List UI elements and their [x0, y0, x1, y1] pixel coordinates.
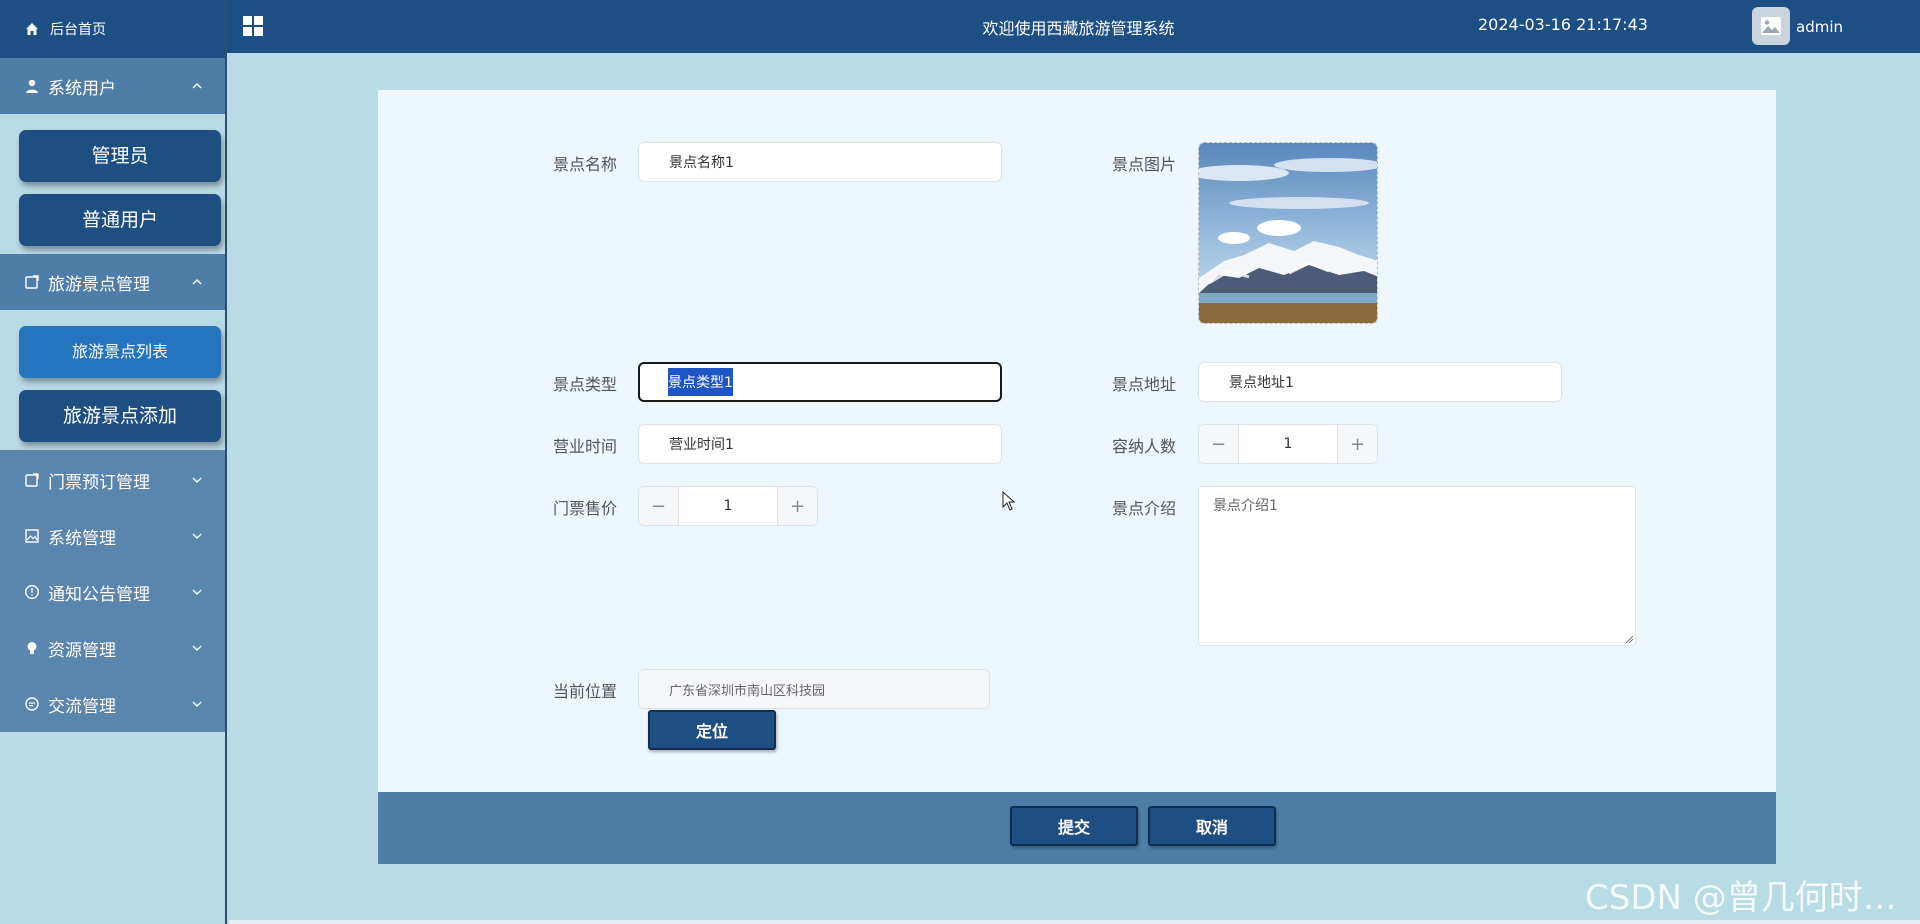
app-title: 欢迎使用西藏旅游管理系统 [982, 19, 1175, 38]
capacity-value[interactable]: 1 [1239, 436, 1337, 452]
hours-input[interactable]: 营业时间1 [638, 424, 1002, 464]
sidebar-item-admin[interactable]: 管理员 [19, 130, 221, 182]
sidebar-collapsed-groups: 门票预订管理 系统管理 通知公告管理 资源管理 交流管理 [0, 450, 225, 732]
label-capacity: 容纳人数 [1112, 437, 1177, 456]
chevron-down-icon [191, 698, 203, 710]
bottom-strip [229, 920, 1920, 924]
datetime: 2024-03-16 21:17:43 [1478, 15, 1648, 34]
sidebar-group-ticket-booking[interactable]: 门票预订管理 [0, 452, 225, 508]
username[interactable]: admin [1796, 18, 1843, 36]
name-input[interactable]: 景点名称1 [638, 142, 1002, 182]
sidebar-item-normal-user[interactable]: 普通用户 [19, 194, 221, 246]
location-input: 广东省深圳市南山区科技园 [638, 669, 990, 709]
sidebar-item-attraction-add[interactable]: 旅游景点添加 [19, 390, 221, 442]
address-input[interactable]: 景点地址1 [1198, 362, 1562, 402]
name-input-value: 景点名称1 [669, 155, 734, 171]
sidebar-group-label: 系统用户 [48, 78, 116, 99]
sidebar-item-attraction-list[interactable]: 旅游景点列表 [19, 326, 221, 378]
price-stepper[interactable]: − 1 + [638, 486, 818, 526]
label-price: 门票售价 [553, 499, 618, 518]
location-input-value: 广东省深圳市南山区科技园 [669, 683, 826, 699]
chevron-up-icon [191, 276, 203, 288]
cancel-button[interactable]: 取消 [1148, 806, 1276, 846]
capacity-decrement-button[interactable]: − [1199, 425, 1239, 463]
intro-textarea[interactable]: 景点介绍1 [1198, 486, 1636, 646]
sidebar-group-system-management[interactable]: 系统管理 [0, 508, 225, 564]
sidebar-group-system-users[interactable]: 系统用户 [0, 58, 225, 114]
watermark: CSDN @曾几何时… [1585, 878, 1897, 918]
sidebar-group-notices[interactable]: 通知公告管理 [0, 564, 225, 620]
submenu-attractions: 旅游景点列表 旅游景点添加 [0, 310, 225, 450]
hours-input-value: 营业时间1 [669, 437, 734, 453]
avatar[interactable] [1752, 7, 1790, 45]
folder-icon [24, 274, 40, 290]
sidebar-item-home-label: 后台首页 [50, 22, 106, 38]
sidebar-group-label: 交流管理 [48, 696, 116, 717]
chevron-down-icon [191, 530, 203, 542]
sidebar-group-label: 门票预订管理 [48, 472, 150, 493]
topbar: 欢迎使用西藏旅游管理系统 2024-03-16 21:17:43 admin [227, 0, 1920, 53]
chevron-down-icon [191, 586, 203, 598]
sidebar-group-label: 旅游景点管理 [48, 274, 150, 295]
sidebar-group-label: 系统管理 [48, 528, 116, 549]
chevron-down-icon [191, 642, 203, 654]
bulb-icon [24, 640, 40, 656]
label-intro: 景点介绍 [1112, 499, 1177, 518]
info-icon [24, 584, 40, 600]
folder-icon [24, 472, 40, 488]
sidebar-group-attractions[interactable]: 旅游景点管理 [0, 254, 225, 310]
price-value[interactable]: 1 [679, 498, 777, 514]
chevron-up-icon [191, 80, 203, 92]
chat-icon [24, 696, 40, 712]
image-icon [24, 528, 40, 544]
home-icon [24, 21, 40, 37]
capacity-stepper[interactable]: − 1 + [1198, 424, 1378, 464]
label-name: 景点名称 [553, 155, 618, 174]
avatar-image-icon [1761, 17, 1781, 35]
sidebar: 后台首页 系统用户 管理员 普通用户 旅游景点管理 旅游景点列表 旅游景点添加 [0, 0, 227, 924]
sidebar-group-resources[interactable]: 资源管理 [0, 620, 225, 676]
user-icon [24, 78, 40, 94]
image-upload[interactable] [1198, 142, 1378, 324]
chevron-down-icon [191, 474, 203, 486]
capacity-increment-button[interactable]: + [1337, 425, 1377, 463]
form-actions-bar: 提交 取消 [378, 792, 1776, 864]
mountain-photo [1199, 143, 1377, 323]
sidebar-group-label: 资源管理 [48, 640, 116, 661]
type-input[interactable]: 景点类型1 [638, 362, 1002, 402]
label-type: 景点类型 [553, 375, 618, 394]
locate-button[interactable]: 定位 [648, 710, 776, 750]
resize-grip-icon[interactable] [1625, 635, 1633, 643]
label-location: 当前位置 [553, 682, 618, 701]
type-input-value: 景点类型1 [668, 368, 733, 396]
price-increment-button[interactable]: + [777, 487, 817, 525]
price-decrement-button[interactable]: − [639, 487, 679, 525]
submenu-system-users: 管理员 普通用户 [0, 114, 225, 254]
submit-button[interactable]: 提交 [1010, 806, 1138, 846]
intro-textarea-value: 景点介绍1 [1213, 498, 1278, 514]
label-image: 景点图片 [1112, 155, 1177, 174]
sidebar-group-label: 通知公告管理 [48, 584, 150, 605]
mouse-cursor-icon [1002, 491, 1016, 511]
label-address: 景点地址 [1112, 375, 1177, 394]
sidebar-item-home[interactable]: 后台首页 [0, 0, 225, 58]
form-panel: 景点名称 景点名称1 景点图片 景点类型 景点类型1 景点地址 景点地址1 营业… [378, 90, 1776, 792]
label-hours: 营业时间 [553, 437, 618, 456]
sidebar-group-communication[interactable]: 交流管理 [0, 676, 225, 732]
address-input-value: 景点地址1 [1229, 375, 1294, 391]
